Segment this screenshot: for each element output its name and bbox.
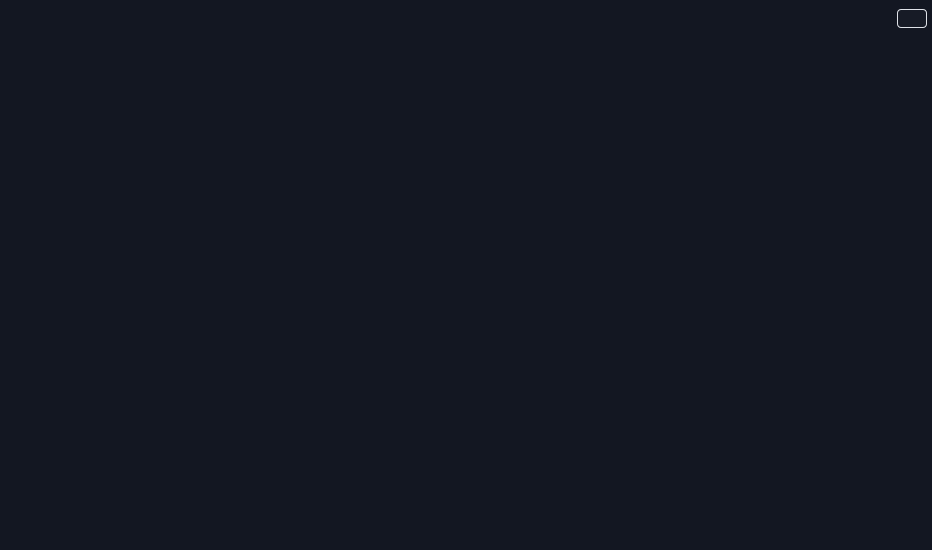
price-axis[interactable] <box>878 0 932 518</box>
chart-canvas[interactable] <box>0 0 932 550</box>
time-axis[interactable] <box>0 519 932 550</box>
trading-chart-window <box>0 0 932 550</box>
symbol-quick-button[interactable] <box>897 9 927 28</box>
